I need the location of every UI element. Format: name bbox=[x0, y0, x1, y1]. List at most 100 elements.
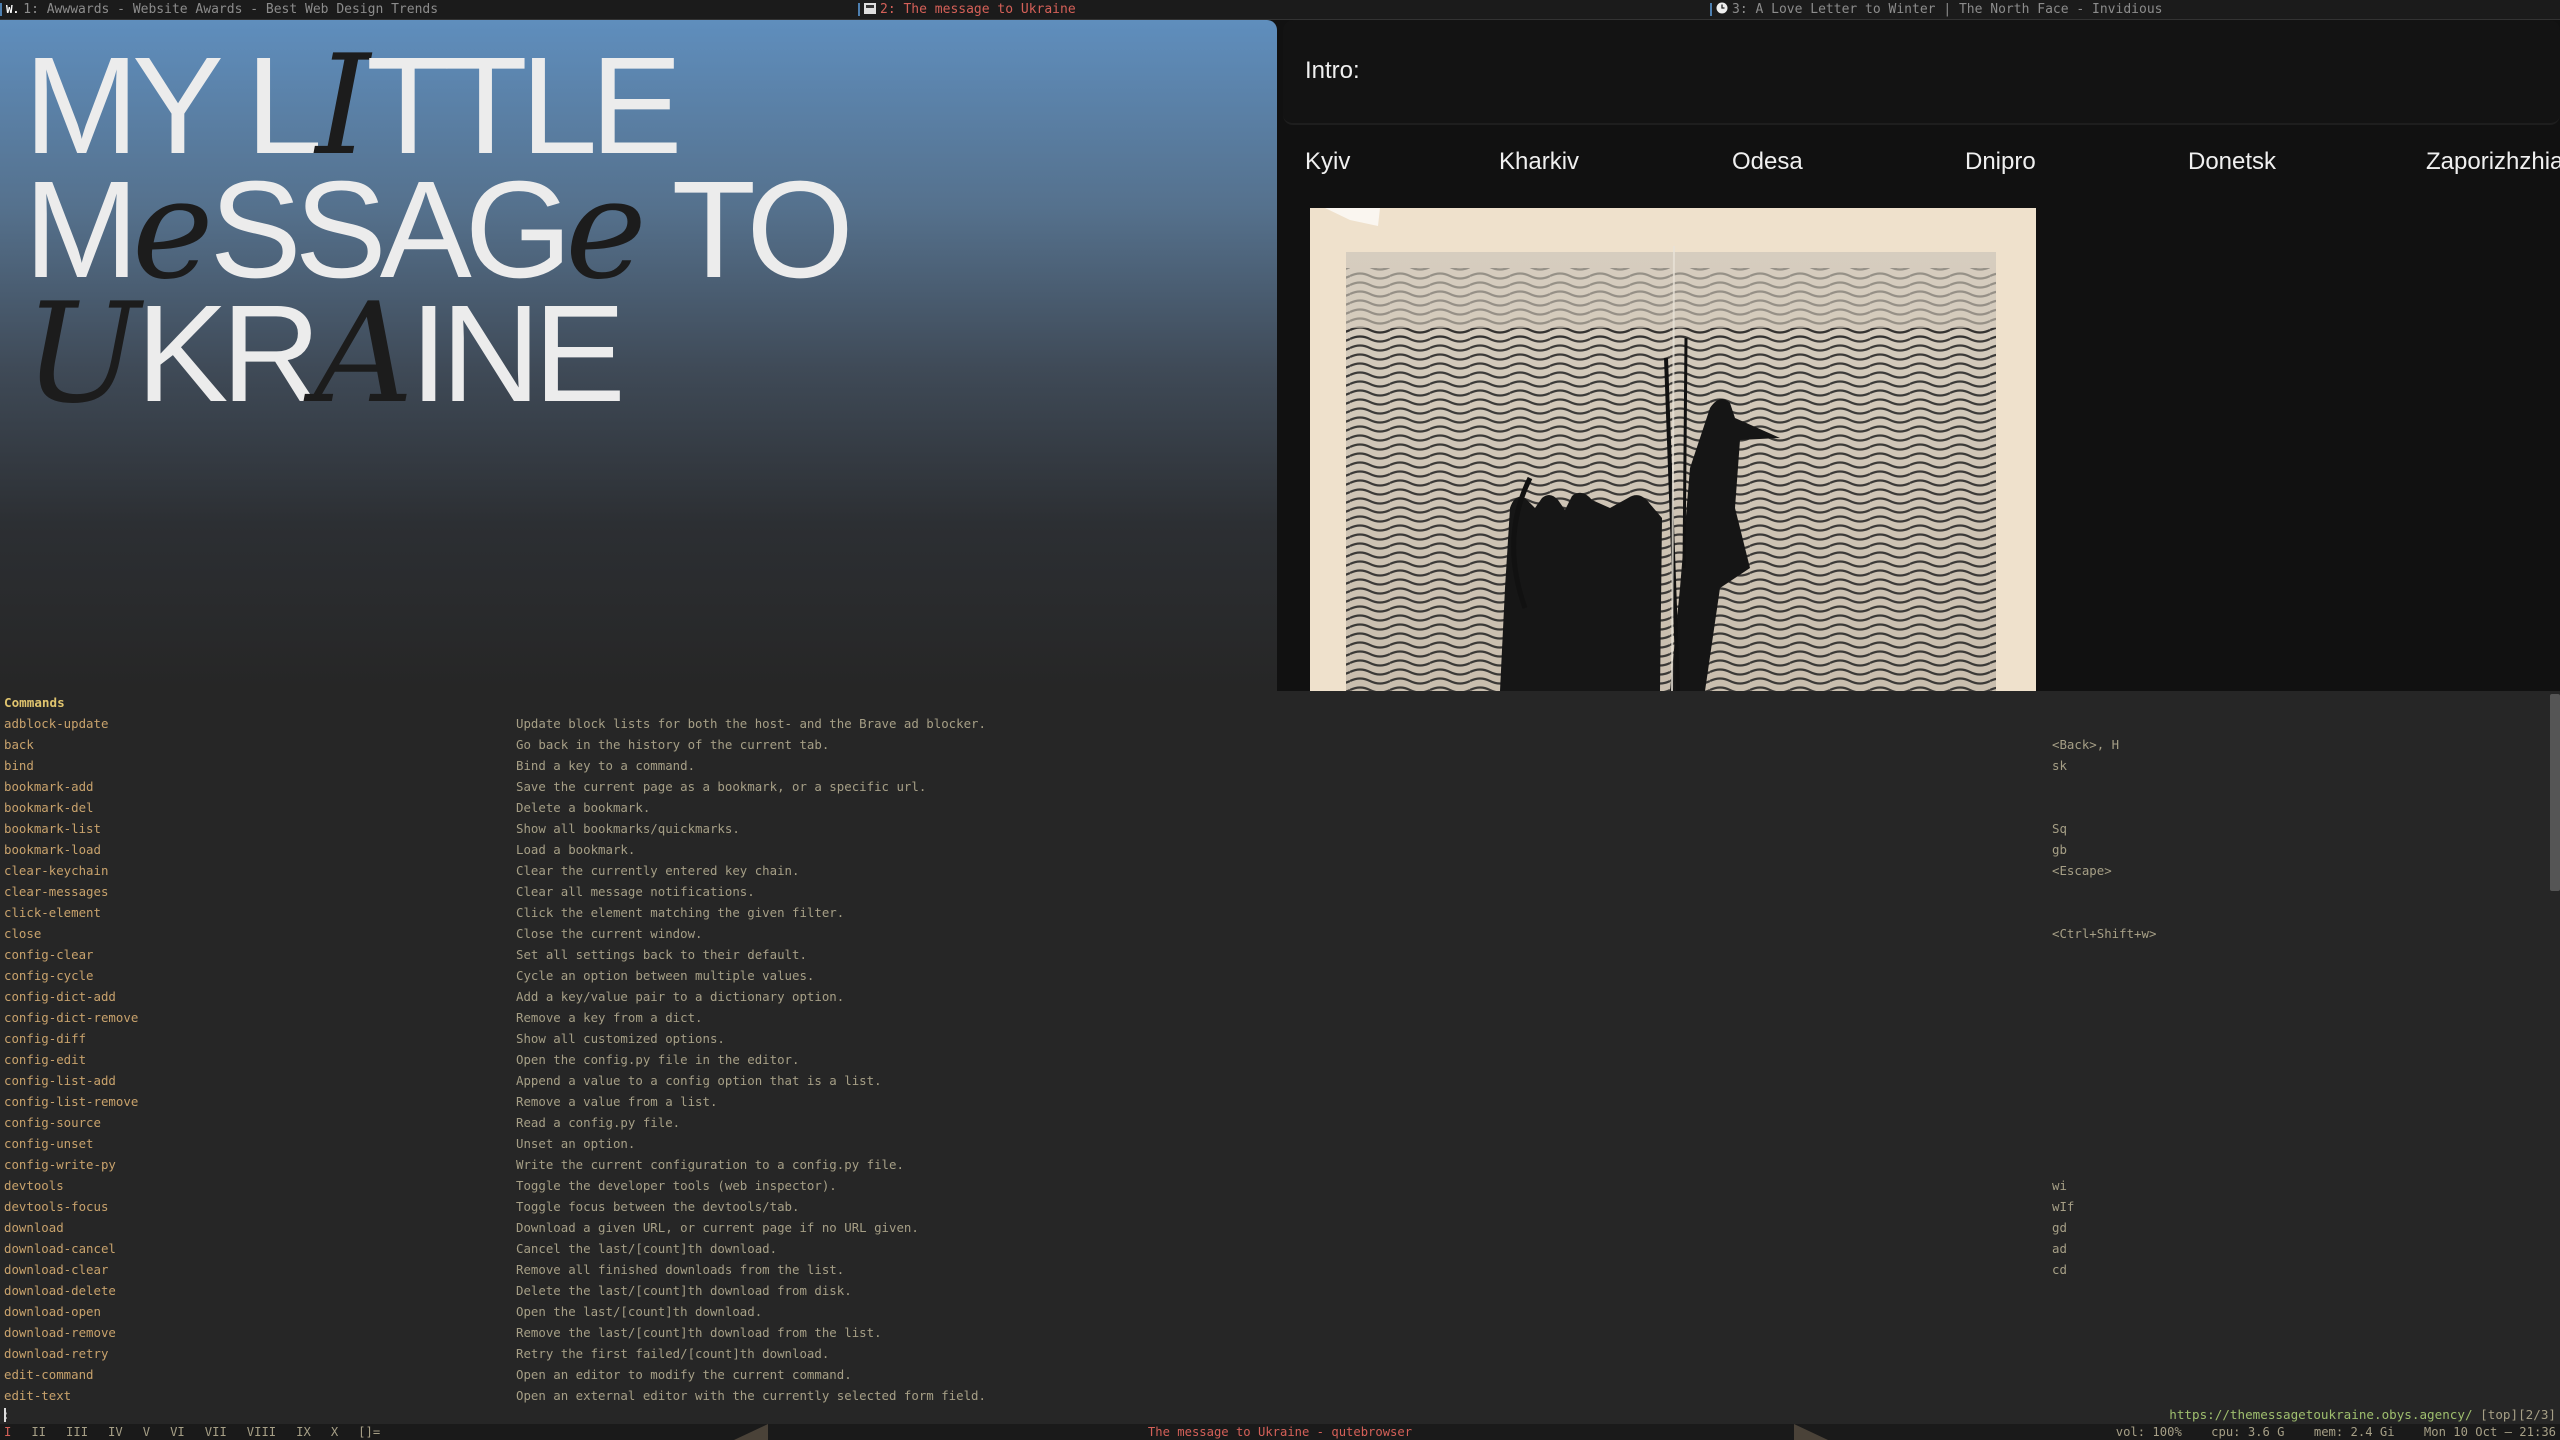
command-name: download-open bbox=[4, 1304, 101, 1319]
completion-row[interactable]: download-remove Remove the last/[count]th… bbox=[0, 1322, 2545, 1343]
completion-row[interactable]: config-cycle Cycle an option between mult… bbox=[0, 965, 2545, 986]
completion-row[interactable]: edit-text Open an external editor with th… bbox=[0, 1385, 2545, 1406]
command-name: download-delete bbox=[4, 1283, 116, 1298]
command-name: config-unset bbox=[4, 1136, 94, 1151]
completion-row[interactable]: config-write-py Write the current configu… bbox=[0, 1154, 2545, 1175]
completion-row[interactable]: close Close the current window. <Ctrl+Shif… bbox=[0, 923, 2545, 944]
completion-row[interactable]: click-element Click the element matching … bbox=[0, 902, 2545, 923]
command-description: Append a value to a config option that i… bbox=[516, 1073, 882, 1088]
city-link-odesa[interactable]: Odesa bbox=[1732, 148, 1803, 176]
volume-status[interactable]: vol: 100% bbox=[2116, 1425, 2182, 1439]
tab-invidious[interactable]: 3: A Love Letter to Winter | The North F… bbox=[1710, 0, 2560, 19]
tab-message-to-ukraine[interactable]: 2: The message to Ukraine bbox=[858, 0, 1708, 19]
tab-awwwards[interactable]: W. 1: Awwwards - Website Awards - Best We… bbox=[0, 0, 855, 19]
completion-row[interactable]: config-dict-add Add a key/value pair to a… bbox=[0, 986, 2545, 1007]
memory-status: mem: 2.4 Gi bbox=[2313, 1425, 2395, 1439]
completion-row[interactable]: download Download a given URL, or current… bbox=[0, 1217, 2545, 1238]
command-name: download-remove bbox=[4, 1325, 116, 1340]
command-name: download bbox=[4, 1220, 64, 1235]
command-description: Open an external editor with the current… bbox=[516, 1388, 986, 1403]
command-name: devtools bbox=[4, 1178, 64, 1193]
completion-row[interactable]: config-unset Unset an option. bbox=[0, 1133, 2545, 1154]
completion-row[interactable]: devtools-focus Toggle focus between the d… bbox=[0, 1196, 2545, 1217]
completion-row[interactable]: clear-keychain Clear the currently entere… bbox=[0, 860, 2545, 881]
command-description: Remove the last/[count]th download from … bbox=[516, 1325, 882, 1340]
completion-row[interactable]: bookmark-add Save the current page as a b… bbox=[0, 776, 2545, 797]
tab-bar: W. 1: Awwwards - Website Awards - Best We… bbox=[0, 0, 2560, 20]
completion-row[interactable]: config-source Read a config.py file. bbox=[0, 1112, 2545, 1133]
completion-row[interactable]: config-list-remove Remove a value from a … bbox=[0, 1091, 2545, 1112]
command-name: download-cancel bbox=[4, 1241, 116, 1256]
command-description: Click the element matching the given fil… bbox=[516, 905, 845, 920]
completion-row[interactable]: download-open Open the last/[count]th dow… bbox=[0, 1301, 2545, 1322]
command-name: close bbox=[4, 926, 42, 941]
command-description: Unset an option. bbox=[516, 1136, 636, 1151]
wm-bar: I II III IV V VI VII VIII IX X []= The message to … bbox=[0, 1424, 2560, 1440]
city-link-kyiv[interactable]: Kyiv bbox=[1305, 148, 1350, 176]
command-name: edit-text bbox=[4, 1388, 72, 1403]
command-description: Cycle an option between multiple values. bbox=[516, 968, 815, 983]
intro-section: Intro: bbox=[1283, 20, 2560, 125]
command-description: Download a given URL, or current page if… bbox=[516, 1220, 919, 1235]
command-description: Bind a key to a command. bbox=[516, 758, 696, 773]
completion-row[interactable]: config-edit Open the config.py file in th… bbox=[0, 1049, 2545, 1070]
command-name: bookmark-add bbox=[4, 779, 94, 794]
completion-scrollbar[interactable] bbox=[2550, 694, 2560, 891]
tab-label: 3: A Love Letter to Winter | The North F… bbox=[1732, 2, 2163, 17]
command-keybinding: gb bbox=[2052, 842, 2067, 857]
city-link-zaporizhzhia[interactable]: Zaporizhzhia bbox=[2426, 148, 2560, 176]
completion-row[interactable]: config-list-add Append a value to a confi… bbox=[0, 1070, 2545, 1091]
completion-row[interactable]: edit-command Open an editor to modify the… bbox=[0, 1364, 2545, 1385]
status-url[interactable]: https://themessagetoukraine.obys.agency/ bbox=[2169, 1407, 2472, 1422]
command-description: Set all settings back to their default. bbox=[516, 947, 807, 962]
completion-row[interactable]: download-retry Retry the first failed/[co… bbox=[0, 1343, 2545, 1364]
completion-row[interactable]: download-delete Delete the last/[count]th… bbox=[0, 1280, 2545, 1301]
completion-row[interactable]: clear-messages Clear all message notifica… bbox=[0, 881, 2545, 902]
completion-row[interactable]: bind Bind a key to a command. sk bbox=[0, 755, 2545, 776]
system-info: vol: 100% cpu: 3.6 G mem: 2.4 Gi Mon 10 … bbox=[2094, 1424, 2556, 1440]
command-name: config-list-add bbox=[4, 1073, 116, 1088]
completion-row[interactable]: bookmark-list Show all bookmarks/quickmar… bbox=[0, 818, 2545, 839]
completion-row[interactable]: bookmark-del Delete a bookmark. bbox=[0, 797, 2545, 818]
clock: Mon 10 Oct — 21:36 bbox=[2423, 1425, 2556, 1439]
engraving-artwork-image bbox=[1310, 208, 2036, 691]
command-description: Open the config.py file in the editor. bbox=[516, 1052, 800, 1067]
city-link-donetsk[interactable]: Donetsk bbox=[2188, 148, 2276, 176]
command-description: Remove all finished downloads from the l… bbox=[516, 1262, 845, 1277]
command-name: adblock-update bbox=[4, 716, 109, 731]
completion-row[interactable]: config-dict-remove Remove a key from a di… bbox=[0, 1007, 2545, 1028]
completion-row[interactable]: download-cancel Cancel the last/[count]th… bbox=[0, 1238, 2545, 1259]
command-keybinding: Sq bbox=[2052, 821, 2067, 836]
command-name: download-clear bbox=[4, 1262, 109, 1277]
command-description: Show all bookmarks/quickmarks. bbox=[516, 821, 740, 836]
city-link-dnipro[interactable]: Dnipro bbox=[1965, 148, 2036, 176]
command-description: Delete the last/[count]th download from … bbox=[516, 1283, 852, 1298]
awwwards-favicon-icon: W. bbox=[6, 2, 20, 16]
city-navigation: Kyiv Kharkiv Odesa Dnipro Donetsk Zapori… bbox=[1283, 148, 2560, 188]
content-panel: Intro: Kyiv Kharkiv Odesa Dnipro Donetsk… bbox=[1283, 20, 2560, 691]
completion-row[interactable]: back Go back in the history of the curren… bbox=[0, 734, 2545, 755]
tab-label: 2: The message to Ukraine bbox=[880, 2, 1076, 17]
completion-row[interactable]: bookmark-load Load a bookmark. gb bbox=[0, 839, 2545, 860]
completion-row[interactable]: config-diff Show all customized options. bbox=[0, 1028, 2545, 1049]
completion-row[interactable]: adblock-update Update block lists for bot… bbox=[0, 713, 2545, 734]
command-description: Go back in the history of the current ta… bbox=[516, 737, 830, 752]
command-name: config-list-remove bbox=[4, 1094, 139, 1109]
completion-row[interactable]: devtools Toggle the developer tools (web … bbox=[0, 1175, 2545, 1196]
cpu-status: cpu: 3.6 G bbox=[2211, 1425, 2285, 1439]
command-name: click-element bbox=[4, 905, 101, 920]
command-description: Show all customized options. bbox=[516, 1031, 725, 1046]
command-keybinding: wIf bbox=[2052, 1199, 2075, 1214]
command-name: bookmark-load bbox=[4, 842, 101, 857]
tab-indicator bbox=[1710, 3, 1712, 16]
completion-row[interactable]: download-clear Remove all finished downlo… bbox=[0, 1259, 2545, 1280]
completion-category-header: Commands bbox=[4, 695, 65, 710]
hero-title: MY LITTLE MeSSAGe TO UKRAINE bbox=[24, 25, 854, 434]
command-keybinding: ad bbox=[2052, 1241, 2067, 1256]
completion-row[interactable]: config-clear Set all settings back to the… bbox=[0, 944, 2545, 965]
command-description: Toggle the developer tools (web inspecto… bbox=[516, 1178, 837, 1193]
url-status: https://themessagetoukraine.obys.agency/… bbox=[2169, 1405, 2556, 1424]
city-link-kharkiv[interactable]: Kharkiv bbox=[1499, 148, 1579, 176]
command-description: Clear all message notifications. bbox=[516, 884, 755, 899]
command-description: Open the last/[count]th download. bbox=[516, 1304, 763, 1319]
